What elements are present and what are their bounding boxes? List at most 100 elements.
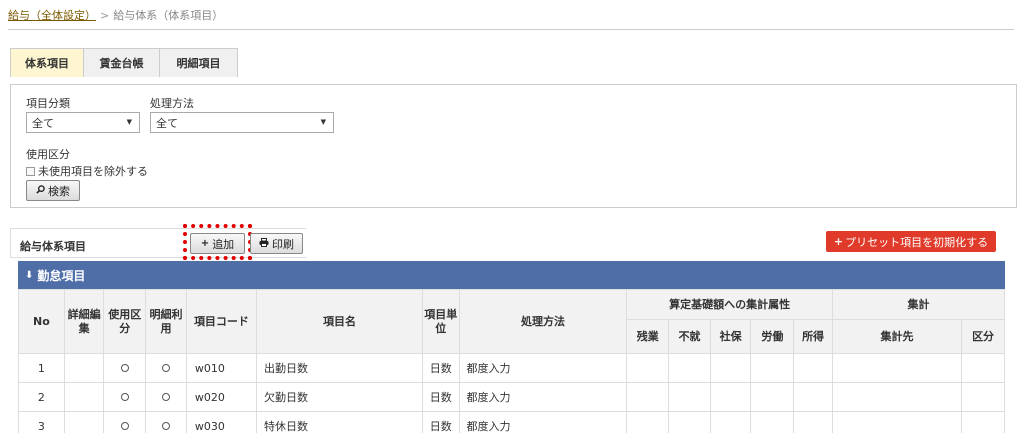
- header-calc-group: 算定基礎額への集計属性: [626, 289, 833, 320]
- header-social: 社保: [709, 319, 752, 354]
- section-title: 勤怠項目: [37, 268, 86, 283]
- print-button[interactable]: 印刷: [250, 233, 303, 254]
- category-select-value: 全て: [32, 116, 54, 130]
- row-unit: 日数: [421, 411, 460, 433]
- breadcrumb-separator: >: [100, 9, 110, 22]
- row-unit: 日数: [421, 382, 460, 412]
- header-agg-target: 集計先: [831, 319, 963, 354]
- header-labor: 労働: [750, 319, 795, 354]
- category-select[interactable]: 全て ▼: [26, 112, 140, 133]
- chevron-down-icon: ▼: [320, 118, 326, 126]
- circle-icon: [120, 363, 129, 372]
- row-name: 欠勤日数: [256, 382, 423, 412]
- row-agg-target: [831, 382, 963, 412]
- highlight-annotation: [183, 224, 252, 260]
- row-social: [709, 382, 752, 412]
- tab-statement-items[interactable]: 明細項目: [160, 48, 238, 77]
- exclude-unused-option[interactable]: 未使用項目を除外する: [26, 163, 148, 179]
- row-statement-use: [145, 353, 187, 383]
- header-method: 処理方法: [458, 289, 628, 354]
- header-detail-edit: 詳細編集: [63, 289, 105, 354]
- circle-icon: [162, 392, 170, 401]
- tab-bar: 体系項目 賃金台帳 明細項目: [10, 48, 238, 77]
- table-row: 1 w010 出勤日数 日数 都度入力: [18, 353, 1005, 383]
- row-income: [793, 411, 833, 433]
- row-no: 2: [18, 382, 65, 412]
- row-social: [709, 411, 752, 433]
- row-name: 出勤日数: [256, 353, 423, 383]
- tab-wage-ledger[interactable]: 賃金台帳: [84, 48, 160, 77]
- list-title: 給与体系項目: [20, 240, 86, 253]
- plus-icon: +: [833, 235, 844, 248]
- breadcrumb-current: 給与体系（体系項目）: [113, 9, 224, 22]
- section-header-attendance[interactable]: ⬇ 勤怠項目: [18, 261, 1005, 289]
- exclude-unused-checkbox[interactable]: [26, 166, 35, 176]
- row-usage: [103, 411, 147, 433]
- header-overtime: 残業: [626, 319, 670, 354]
- row-detail-edit[interactable]: [63, 382, 105, 412]
- row-agg-target: [831, 411, 963, 433]
- row-overtime: [626, 353, 670, 383]
- header-unit: 項目単位: [421, 289, 460, 354]
- row-usage: [103, 382, 147, 412]
- row-labor: [750, 411, 795, 433]
- category-label: 項目分類: [26, 97, 70, 110]
- circle-icon: [120, 392, 129, 401]
- row-code-link[interactable]: w020: [185, 382, 258, 412]
- row-labor: [750, 382, 795, 412]
- row-overtime: [626, 411, 670, 433]
- search-button-label: 検索: [48, 184, 70, 198]
- row-unit: 日数: [421, 353, 460, 383]
- row-absence: [668, 382, 711, 412]
- circle-icon: [120, 421, 129, 430]
- header-statement-use: 明細利用: [145, 289, 187, 354]
- header-income: 所得: [793, 319, 833, 354]
- row-absence: [668, 353, 711, 383]
- print-button-label: 印刷: [272, 237, 294, 251]
- filter-panel: 項目分類 全て ▼ 処理方法 全て ▼ 使用区分 未使用項目を除外する 検索: [10, 84, 1017, 208]
- method-select[interactable]: 全て ▼: [150, 112, 334, 133]
- row-detail-edit[interactable]: [63, 353, 105, 383]
- search-icon: [36, 184, 45, 197]
- row-overtime: [626, 382, 670, 412]
- divider: [8, 29, 1014, 30]
- breadcrumb-parent-link[interactable]: 給与（全体設定）: [8, 9, 96, 22]
- row-method: 都度入力: [458, 411, 628, 433]
- row-code-link[interactable]: w010: [185, 353, 258, 383]
- row-income: [793, 353, 833, 383]
- row-statement-use: [145, 411, 187, 433]
- reset-preset-button-label: プリセット項目を初期化する: [845, 235, 989, 249]
- header-name: 項目名: [256, 289, 423, 354]
- method-label: 処理方法: [150, 97, 194, 110]
- row-agg-class: [961, 382, 1005, 412]
- row-no: 3: [18, 411, 65, 433]
- exclude-unused-label: 未使用項目を除外する: [38, 165, 148, 178]
- row-code-link[interactable]: w030: [185, 411, 258, 433]
- row-name: 特休日数: [256, 411, 423, 433]
- table-row: 3 w030 特休日数 日数 都度入力: [18, 411, 1005, 433]
- row-labor: [750, 353, 795, 383]
- row-agg-target: [831, 353, 963, 383]
- printer-icon: [259, 237, 269, 250]
- header-usage: 使用区分: [103, 289, 147, 354]
- arrow-down-icon: ⬇: [25, 269, 34, 281]
- header-code: 項目コード: [185, 289, 258, 354]
- row-detail-edit[interactable]: [63, 411, 105, 433]
- row-agg-class: [961, 411, 1005, 433]
- row-method: 都度入力: [458, 382, 628, 412]
- reset-preset-button[interactable]: + プリセット項目を初期化する: [826, 231, 996, 252]
- tab-system-items[interactable]: 体系項目: [10, 48, 84, 77]
- header-agg-class: 区分: [961, 319, 1005, 354]
- header-absence: 不就: [668, 319, 711, 354]
- search-button[interactable]: 検索: [26, 180, 80, 201]
- chevron-down-icon: ▼: [126, 118, 132, 126]
- breadcrumb: 給与（全体設定） > 給与体系（体系項目）: [8, 7, 223, 23]
- circle-icon: [162, 421, 170, 430]
- circle-icon: [162, 363, 170, 372]
- row-method: 都度入力: [458, 353, 628, 383]
- header-agg-group: 集計: [831, 289, 1006, 320]
- row-absence: [668, 411, 711, 433]
- row-social: [709, 353, 752, 383]
- row-usage: [103, 353, 147, 383]
- row-statement-use: [145, 382, 187, 412]
